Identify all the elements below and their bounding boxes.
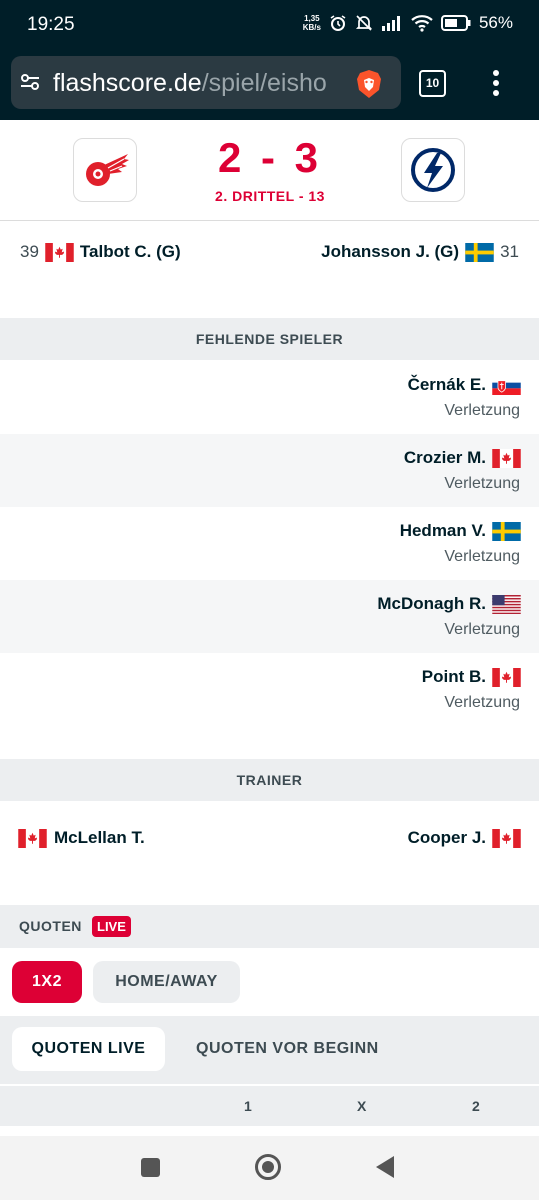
away-team-logo[interactable] (401, 138, 465, 202)
mute-bell-icon (355, 15, 373, 31)
goalie-name: Talbot C. (G) (79, 242, 181, 261)
home-trainer[interactable]: McLellan T. (18, 828, 145, 848)
tab-odds-pre-match[interactable]: QUOTEN VOR BEGINN (196, 1027, 379, 1071)
tab-home-away[interactable]: HOME/AWAY (93, 961, 240, 1003)
missing-players-header: FEHLENDE SPIELER (0, 318, 539, 360)
trainer-row: McLellan T. Cooper J. (0, 801, 539, 905)
list-item[interactable]: Černák E. Verletzung (0, 361, 539, 434)
canada-flag-icon (18, 828, 47, 848)
status-bar: 19:25 1,35 KB/s 56% (0, 0, 539, 50)
injury-reason: Verletzung (444, 621, 520, 638)
system-nav-bar (0, 1136, 539, 1200)
match-header: 2 - 3 2. DRITTEL - 13 (0, 120, 539, 221)
network-speed: 1,35 KB/s (302, 14, 321, 32)
column-home: 1 (244, 1098, 252, 1114)
odds-market-tabs: 1X2 HOME/AWAY (0, 948, 539, 1016)
goalie-name: Johansson J. (G) (321, 242, 460, 261)
tab-1x2[interactable]: 1X2 (12, 961, 82, 1003)
home-icon[interactable] (255, 1154, 281, 1180)
home-goalie[interactable]: 39 Talbot C. (G) (20, 242, 181, 262)
alarm-icon (330, 15, 346, 31)
trainer-header: TRAINER (0, 759, 539, 801)
match-period: 2. DRITTEL - 13 (215, 188, 325, 204)
odds-title: QUOTEN (19, 918, 82, 934)
odds-sub-tabs: QUOTEN LIVE QUOTEN VOR BEGINN (0, 1016, 539, 1084)
trainer-name: Cooper J. (407, 828, 486, 847)
canada-flag-icon (492, 667, 521, 687)
player-name: Černák E. (407, 375, 486, 394)
player-name: Hedman V. (399, 521, 486, 540)
player-name: McDonagh R. (377, 594, 486, 613)
odds-column-headers: 1 X 2 (0, 1084, 539, 1126)
battery-percent: 56% (478, 13, 513, 32)
canada-flag-icon (45, 242, 74, 262)
canada-flag-icon (492, 448, 521, 468)
injury-reason: Verletzung (444, 402, 520, 419)
sweden-flag-icon (492, 521, 521, 541)
away-trainer[interactable]: Cooper J. (408, 828, 521, 848)
home-team-logo[interactable] (73, 138, 137, 202)
injury-reason: Verletzung (444, 475, 520, 492)
list-item[interactable]: Point B. Verletzung (0, 653, 539, 726)
red-wings-logo-icon (86, 154, 129, 186)
lightning-logo-icon (411, 148, 455, 192)
back-icon[interactable] (376, 1156, 394, 1178)
status-time: 19:25 (27, 14, 75, 35)
list-item[interactable]: Hedman V. Verletzung (0, 507, 539, 580)
list-item[interactable]: Crozier M. Verletzung (0, 434, 539, 507)
goalie-number: 39 (20, 242, 39, 261)
browser-toolbar: flashscore.de/spiel/eisho 10 (0, 50, 539, 120)
column-away: 2 (472, 1098, 480, 1114)
recents-icon[interactable] (141, 1158, 160, 1177)
tab-count-button[interactable]: 10 (419, 70, 446, 97)
address-bar[interactable]: flashscore.de/spiel/eisho (11, 56, 401, 109)
trainer-name: McLellan T. (54, 828, 145, 847)
battery-icon (440, 15, 471, 31)
signal-icon (381, 16, 400, 31)
away-goalie[interactable]: Johansson J. (G) 31 (321, 242, 519, 262)
injury-reason: Verletzung (444, 694, 520, 711)
match-score: 2 - 3 (217, 134, 323, 181)
canada-flag-icon (492, 828, 521, 848)
wifi-icon (411, 15, 433, 32)
live-badge: LIVE (92, 916, 131, 937)
status-icons: 1,35 KB/s 56% (303, 13, 513, 33)
player-name: Point B. (421, 667, 486, 686)
tab-odds-live[interactable]: QUOTEN LIVE (12, 1027, 165, 1071)
url-text[interactable]: flashscore.de/spiel/eisho (53, 69, 355, 98)
column-draw: X (357, 1098, 367, 1114)
list-item[interactable]: McDonagh R. Verletzung (0, 580, 539, 653)
more-menu-icon[interactable] (490, 70, 502, 98)
player-name: Crozier M. (403, 448, 486, 467)
site-settings-icon[interactable] (19, 71, 41, 93)
missing-players-list: Černák E. Verletzung Crozier M. Verletzu… (0, 361, 539, 726)
divider (0, 1126, 539, 1136)
goalie-row: 39 Talbot C. (G) Johansson J. (G) 31 (0, 222, 539, 318)
sweden-flag-icon (465, 242, 494, 262)
usa-flag-icon (492, 594, 521, 614)
odds-header: QUOTEN LIVE (0, 905, 539, 948)
brave-shield-icon[interactable] (353, 68, 385, 100)
slovakia-flag-icon (492, 375, 521, 395)
injury-reason: Verletzung (444, 548, 520, 565)
goalie-number: 31 (500, 242, 519, 261)
